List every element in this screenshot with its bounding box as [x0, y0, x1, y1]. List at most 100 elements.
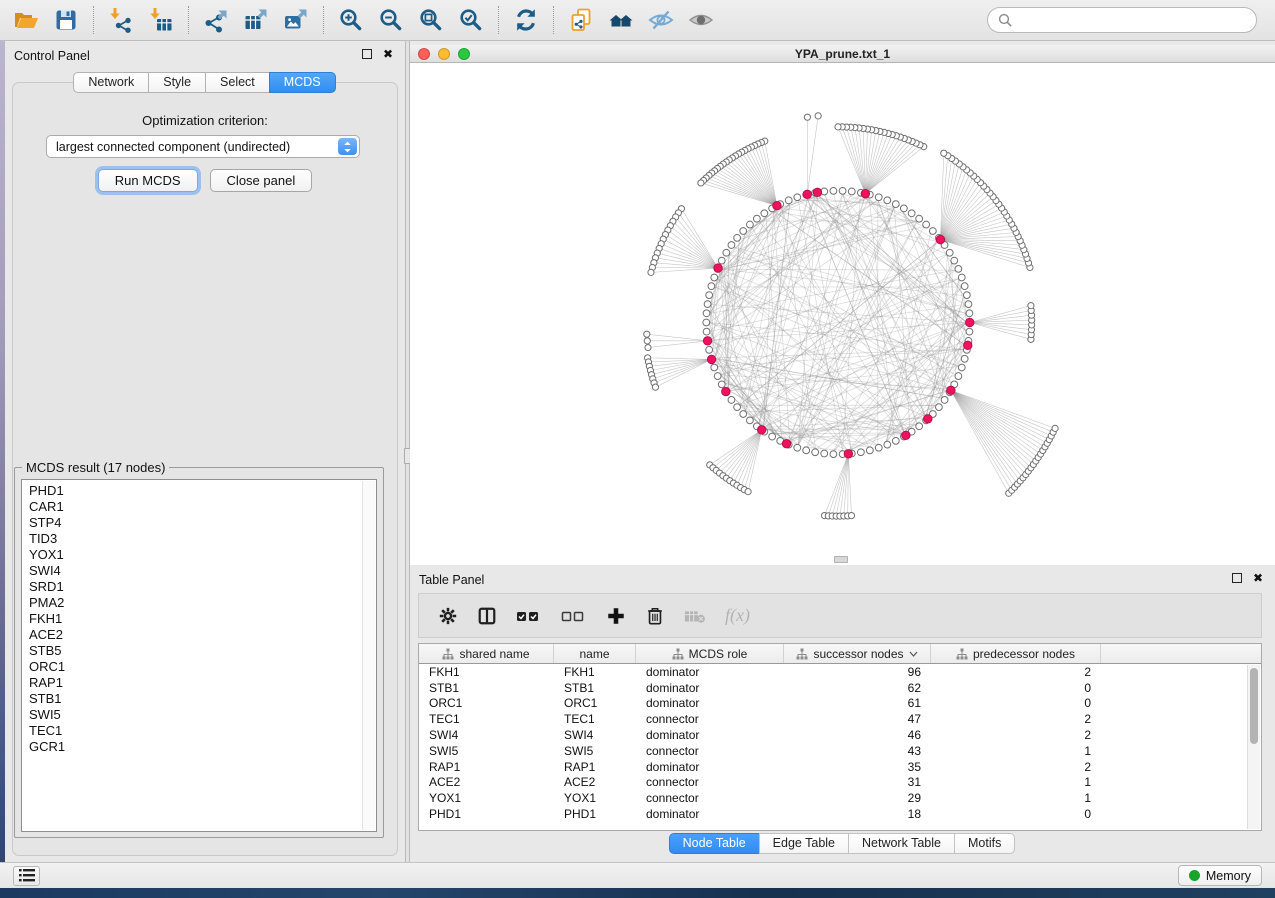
- ring-node[interactable]: [916, 215, 923, 222]
- table-scrollbar-thumb[interactable]: [1250, 668, 1258, 744]
- mcds-hub-node[interactable]: [844, 450, 852, 458]
- ring-node[interactable]: [769, 433, 776, 440]
- table-row[interactable]: TEC1TEC1connector472: [419, 711, 1261, 727]
- ring-node[interactable]: [955, 373, 962, 380]
- mcds-result-item[interactable]: TID3: [22, 531, 376, 547]
- leaf-node[interactable]: [644, 331, 650, 337]
- ring-node[interactable]: [718, 257, 725, 264]
- mcds-hub-node[interactable]: [924, 415, 932, 423]
- deselect-all-columns-icon[interactable]: [561, 608, 587, 624]
- mcds-hub-node[interactable]: [947, 386, 955, 394]
- mcds-result-item[interactable]: ORC1: [22, 659, 376, 675]
- mcds-hub-node[interactable]: [773, 202, 781, 210]
- table-settings-gear-icon[interactable]: [438, 606, 458, 626]
- ring-node[interactable]: [839, 187, 846, 194]
- tab-mcds[interactable]: MCDS: [269, 72, 336, 93]
- mcds-hub-node[interactable]: [861, 189, 869, 197]
- mcds-result-item[interactable]: ACE2: [22, 627, 376, 643]
- ring-node[interactable]: [875, 444, 882, 451]
- search-box[interactable]: [987, 7, 1257, 33]
- mcds-hub-node[interactable]: [813, 188, 821, 196]
- mcds-hub-node[interactable]: [902, 431, 910, 439]
- export-table-button[interactable]: [236, 3, 276, 37]
- leaf-node[interactable]: [848, 513, 854, 519]
- ring-node[interactable]: [708, 283, 715, 290]
- ring-node[interactable]: [794, 444, 801, 451]
- ring-node[interactable]: [723, 249, 730, 256]
- mcds-hub-node[interactable]: [803, 190, 811, 198]
- leaf-node[interactable]: [644, 338, 650, 344]
- ring-node[interactable]: [704, 301, 711, 308]
- tab-network-table[interactable]: Network Table: [848, 833, 955, 854]
- ring-node[interactable]: [706, 292, 713, 299]
- ring-node[interactable]: [703, 328, 710, 335]
- zoom-fit-button[interactable]: [411, 3, 451, 37]
- mcds-hub-node[interactable]: [964, 341, 972, 349]
- ring-node[interactable]: [892, 437, 899, 444]
- leaf-node[interactable]: [815, 113, 821, 119]
- column-header-shared-name[interactable]: shared name: [419, 644, 554, 663]
- mcds-result-item[interactable]: SWI4: [22, 563, 376, 579]
- mcds-result-item[interactable]: STB5: [22, 643, 376, 659]
- ring-node[interactable]: [728, 397, 735, 404]
- mcds-hub-node[interactable]: [714, 264, 722, 272]
- ring-node[interactable]: [703, 319, 710, 326]
- optimization-criterion-select[interactable]: largest connected component (undirected): [46, 135, 360, 158]
- ring-node[interactable]: [961, 283, 968, 290]
- column-header-predecessor-nodes[interactable]: predecessor nodes: [931, 644, 1101, 663]
- mcds-hub-node[interactable]: [703, 337, 711, 345]
- leaf-node[interactable]: [698, 180, 704, 186]
- table-row[interactable]: STB1STB1dominator620: [419, 680, 1261, 696]
- table-row[interactable]: ACE2ACE2connector311: [419, 775, 1261, 791]
- table-row[interactable]: YOX1YOX1connector291: [419, 790, 1261, 806]
- ring-node[interactable]: [884, 197, 891, 204]
- mcds-result-item[interactable]: STP4: [22, 515, 376, 531]
- run-mcds-button[interactable]: Run MCDS: [98, 169, 198, 192]
- task-history-button[interactable]: [13, 866, 40, 886]
- ring-node[interactable]: [958, 274, 965, 281]
- ring-node[interactable]: [936, 404, 943, 411]
- duplicate-network-button[interactable]: [561, 3, 601, 37]
- mcds-result-item[interactable]: RAP1: [22, 675, 376, 691]
- ring-node[interactable]: [821, 450, 828, 457]
- ring-node[interactable]: [753, 215, 760, 222]
- close-mcds-panel-button[interactable]: Close panel: [210, 169, 313, 192]
- tab-style[interactable]: Style: [148, 72, 206, 93]
- open-file-button[interactable]: [6, 3, 46, 37]
- mcds-hub-node[interactable]: [707, 355, 715, 363]
- search-input[interactable]: [1018, 13, 1246, 27]
- ring-node[interactable]: [866, 447, 873, 454]
- tab-network[interactable]: Network: [73, 72, 149, 93]
- mcds-result-item[interactable]: SRD1: [22, 579, 376, 595]
- ring-node[interactable]: [740, 411, 747, 418]
- export-network-button[interactable]: [196, 3, 236, 37]
- zoom-in-button[interactable]: [331, 3, 371, 37]
- ring-node[interactable]: [746, 221, 753, 228]
- ring-node[interactable]: [830, 451, 837, 458]
- ring-node[interactable]: [963, 292, 970, 299]
- ring-node[interactable]: [929, 228, 936, 235]
- ring-node[interactable]: [951, 257, 958, 264]
- leaf-node[interactable]: [1028, 303, 1034, 309]
- mcds-result-list[interactable]: PHD1CAR1STP4TID3YOX1SWI4SRD1PMA2FKH1ACE2…: [21, 479, 377, 832]
- mcds-hub-node[interactable]: [757, 426, 765, 434]
- show-columns-icon[interactable]: [477, 606, 497, 626]
- mcds-result-item[interactable]: FKH1: [22, 611, 376, 627]
- column-header-mcds-role[interactable]: MCDS role: [636, 644, 784, 663]
- leaf-node[interactable]: [745, 489, 751, 495]
- tab-node-table[interactable]: Node Table: [669, 833, 760, 854]
- ring-node[interactable]: [728, 242, 735, 249]
- table-row[interactable]: ORC1ORC1dominator610: [419, 696, 1261, 712]
- ring-node[interactable]: [955, 265, 962, 272]
- first-neighbors-button[interactable]: [601, 3, 641, 37]
- mcds-result-item[interactable]: YOX1: [22, 547, 376, 563]
- leaf-node[interactable]: [941, 150, 947, 156]
- ring-node[interactable]: [884, 441, 891, 448]
- ring-node[interactable]: [966, 310, 973, 317]
- close-panel-icon[interactable]: ✖: [1253, 573, 1263, 583]
- network-graph[interactable]: [410, 63, 1275, 565]
- leaf-node[interactable]: [645, 344, 651, 350]
- refresh-view-button[interactable]: [506, 3, 546, 37]
- import-network-button[interactable]: [101, 3, 141, 37]
- tab-select[interactable]: Select: [205, 72, 270, 93]
